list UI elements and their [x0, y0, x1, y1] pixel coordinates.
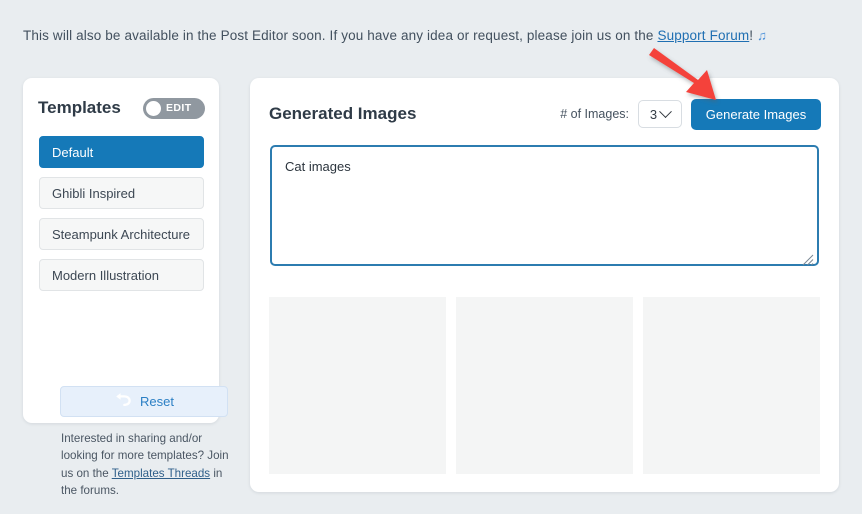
templates-threads-link[interactable]: Templates Threads [112, 467, 210, 480]
image-placeholder-grid [269, 297, 820, 474]
num-images-select[interactable]: 3 [638, 100, 682, 128]
template-item-label: Modern Illustration [52, 267, 159, 283]
image-placeholder[interactable] [269, 297, 446, 474]
edit-toggle-label: EDIT [166, 102, 192, 114]
toggle-knob [146, 100, 161, 116]
template-item-modern-illustration[interactable]: Modern Illustration [39, 259, 204, 291]
undo-arrow-icon [114, 392, 132, 409]
image-placeholder[interactable] [643, 297, 820, 474]
generated-images-title: Generated Images [269, 104, 417, 123]
template-list: Default Ghibli Inspired Steampunk Archit… [39, 136, 204, 300]
generated-images-header: Generated Images # of Images: 3 Generate… [269, 98, 821, 130]
chevron-down-icon [659, 104, 672, 118]
prompt-input[interactable] [270, 145, 819, 266]
edit-toggle[interactable]: EDIT [143, 97, 205, 119]
template-item-steampunk-architecture[interactable]: Steampunk Architecture [39, 218, 204, 250]
notice-text-after: ! [749, 28, 754, 43]
support-forum-link[interactable]: Support Forum [657, 28, 749, 43]
notice-text-before: This will also be available in the Post … [23, 28, 658, 43]
template-item-label: Default [52, 144, 94, 160]
reset-button-label: Reset [140, 394, 174, 409]
image-placeholder[interactable] [456, 297, 633, 474]
generated-images-panel: Generated Images # of Images: 3 Generate… [250, 78, 839, 492]
num-images-value: 3 [649, 106, 658, 122]
reset-button[interactable]: Reset [60, 386, 228, 417]
template-item-default[interactable]: Default [39, 136, 204, 168]
notice-bar: This will also be available in the Post … [23, 28, 767, 43]
templates-header: Templates EDIT [38, 96, 205, 120]
generate-images-button[interactable]: Generate Images [691, 98, 821, 130]
music-note-icon: ♫ [757, 28, 768, 43]
num-images-label: # of Images: [560, 107, 629, 121]
template-item-ghibli-inspired[interactable]: Ghibli Inspired [39, 177, 204, 209]
templates-footer: Interested in sharing and/or looking for… [61, 430, 229, 500]
template-item-label: Ghibli Inspired [52, 185, 136, 201]
templates-panel: Templates EDIT Default Ghibli Inspired S… [23, 78, 229, 497]
template-item-label: Steampunk Architecture [52, 226, 191, 242]
generated-images-controls: # of Images: 3 Generate Images [560, 98, 821, 130]
page-title: Templates [38, 98, 121, 117]
